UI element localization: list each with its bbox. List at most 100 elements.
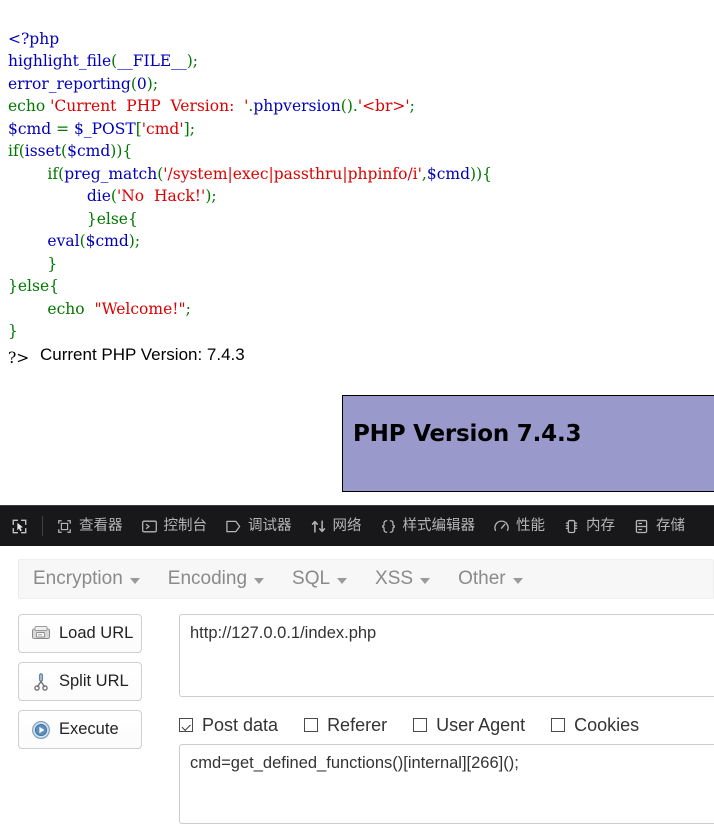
chevron-down-icon: [129, 577, 140, 584]
style-editor-icon: [381, 519, 395, 533]
checkbox-cookies[interactable]: Cookies: [551, 715, 639, 736]
code-token: $cmd: [67, 142, 111, 160]
hackbar-panel: Encryption Encoding SQL XSS Other Load URL Sp…: [0, 546, 714, 833]
code-token: }: [8, 254, 58, 273]
code-token: ;: [134, 232, 141, 250]
checkbox-post-data[interactable]: Post data: [179, 715, 278, 736]
code-token: ;: [192, 52, 198, 70]
load-url-button[interactable]: Load URL: [18, 614, 142, 653]
hackbar-menu-label: Encoding: [167, 568, 248, 589]
code-token: "Welcome!": [94, 299, 186, 318]
hackbar-menu-encoding[interactable]: Encoding: [154, 560, 278, 598]
hackbar-menu-sql[interactable]: SQL: [278, 560, 361, 598]
devtools-tab-label: 调试器: [248, 517, 292, 534]
code-token: else: [17, 277, 50, 295]
devtools-tab-memory[interactable]: 内存: [554, 506, 624, 546]
code-token: <?php: [8, 29, 60, 48]
chevron-down-icon: [254, 577, 265, 584]
devtools-tab-label: 内存: [586, 517, 615, 534]
code-token: }: [8, 277, 18, 295]
button-label: Load URL: [59, 624, 134, 642]
code-token: preg_match: [64, 164, 158, 183]
phpinfo-version-banner: PHP Version 7.4.3: [342, 395, 714, 492]
devtools-tab-debugger[interactable]: 调试器: [216, 506, 301, 546]
code-token: 'Current PHP Version: ': [50, 97, 249, 115]
button-label: Execute: [59, 720, 119, 738]
php-close-tag-text: ?>: [8, 349, 30, 367]
devtools-toolbar: 查看器 控制台 调试器 网络 样式编辑器 性能 内存 存储: [0, 506, 714, 547]
chevron-down-icon: [512, 577, 523, 584]
code-token: ;: [409, 97, 415, 115]
devtools-panel: 查看器 控制台 调试器 网络 样式编辑器 性能 内存 存储 Encryption Encodin…: [0, 505, 714, 833]
console-icon: [141, 520, 157, 532]
hackbar-menu-encryption[interactable]: Encryption: [19, 560, 154, 598]
php-version-output: Current PHP Version: 7.4.3: [40, 345, 245, 364]
checkbox-label: Referer: [327, 714, 388, 735]
hackbar-menubar: Encryption Encoding SQL XSS Other: [18, 559, 714, 599]
element-picker-button[interactable]: [0, 506, 38, 546]
checkbox-referer[interactable]: Referer: [304, 715, 387, 736]
devtools-tab-label: 存储: [656, 517, 685, 534]
code-token: =: [51, 119, 75, 138]
code-token: }: [8, 209, 97, 228]
split-url-button[interactable]: Split URL: [18, 662, 142, 701]
code-token: ;: [185, 299, 191, 318]
hackbar-menu-other[interactable]: Other: [444, 560, 537, 598]
inspector-icon: [58, 519, 71, 533]
toolbar-separator: [42, 516, 43, 536]
chevron-down-icon: [420, 577, 431, 584]
devtools-tab-inspector[interactable]: 查看器: [47, 506, 132, 546]
code-token: highlight_file: [8, 52, 112, 70]
execute-button[interactable]: Execute: [18, 710, 142, 749]
devtools-tab-network[interactable]: 网络: [301, 506, 371, 546]
devtools-tab-label: 控制台: [163, 517, 208, 534]
checkbox-label: Cookies: [574, 714, 640, 735]
code-token: '/system|exec|passthru|phpinfo/i': [163, 164, 422, 183]
code-token: __FILE__: [117, 52, 187, 70]
code-token: error_reporting: [8, 74, 131, 93]
code-token: die: [86, 187, 111, 205]
storage-icon: [635, 519, 648, 533]
devtools-tab-console[interactable]: 控制台: [132, 506, 217, 546]
code-token: $cmd: [8, 119, 52, 138]
hackbar-menu-xss[interactable]: XSS: [361, 560, 444, 598]
checkbox-unchecked-icon[interactable]: [413, 718, 428, 732]
checkbox-unchecked-icon[interactable]: [551, 718, 566, 732]
devtools-tab-style-editor[interactable]: 样式编辑器: [371, 506, 485, 546]
devtools-tab-label: 性能: [516, 517, 545, 534]
code-token: {: [127, 209, 138, 228]
checkbox-checked-icon[interactable]: [179, 718, 193, 732]
checkbox-unchecked-icon[interactable]: [304, 718, 319, 732]
code-token: 'cmd': [141, 119, 184, 138]
execute-icon: [32, 720, 50, 739]
code-token: $cmd: [85, 232, 129, 250]
devtools-tab-performance[interactable]: 性能: [484, 506, 554, 546]
load-url-icon: [32, 625, 50, 639]
devtools-tab-label: 网络: [332, 517, 362, 534]
devtools-tab-storage[interactable]: 存储: [624, 506, 694, 546]
network-icon: [311, 519, 325, 533]
checkbox-label: User Agent: [436, 714, 526, 735]
code-token: {: [49, 277, 60, 295]
hackbar-menu-label: XSS: [375, 568, 414, 589]
code-token: echo: [8, 97, 51, 115]
code-token: eval: [47, 232, 80, 250]
code-token: (): [340, 97, 353, 115]
chevron-down-icon: [337, 577, 348, 584]
hackbar-option-checkboxes: Post data Referer User Agent Cookies: [179, 706, 714, 744]
button-label: Split URL: [59, 672, 129, 690]
code-token: else: [96, 209, 128, 228]
phpinfo-version-title: PHP Version 7.4.3: [353, 421, 582, 447]
code-token: )){: [110, 142, 133, 160]
code-token: if: [47, 164, 59, 183]
code-token: $_POST: [74, 119, 136, 138]
screenshot-root: <?php highlight_file(__FILE__); error_re…: [0, 0, 714, 833]
post-data-input[interactable]: cmd=get_defined_functions()[internal][26…: [179, 744, 714, 824]
url-input[interactable]: http://127.0.0.1/index.php: [179, 614, 714, 697]
code-token: ;: [152, 74, 159, 93]
checkbox-user-agent[interactable]: User Agent: [413, 715, 525, 736]
code-token: echo: [47, 299, 95, 318]
element-picker-icon: [12, 519, 26, 533]
